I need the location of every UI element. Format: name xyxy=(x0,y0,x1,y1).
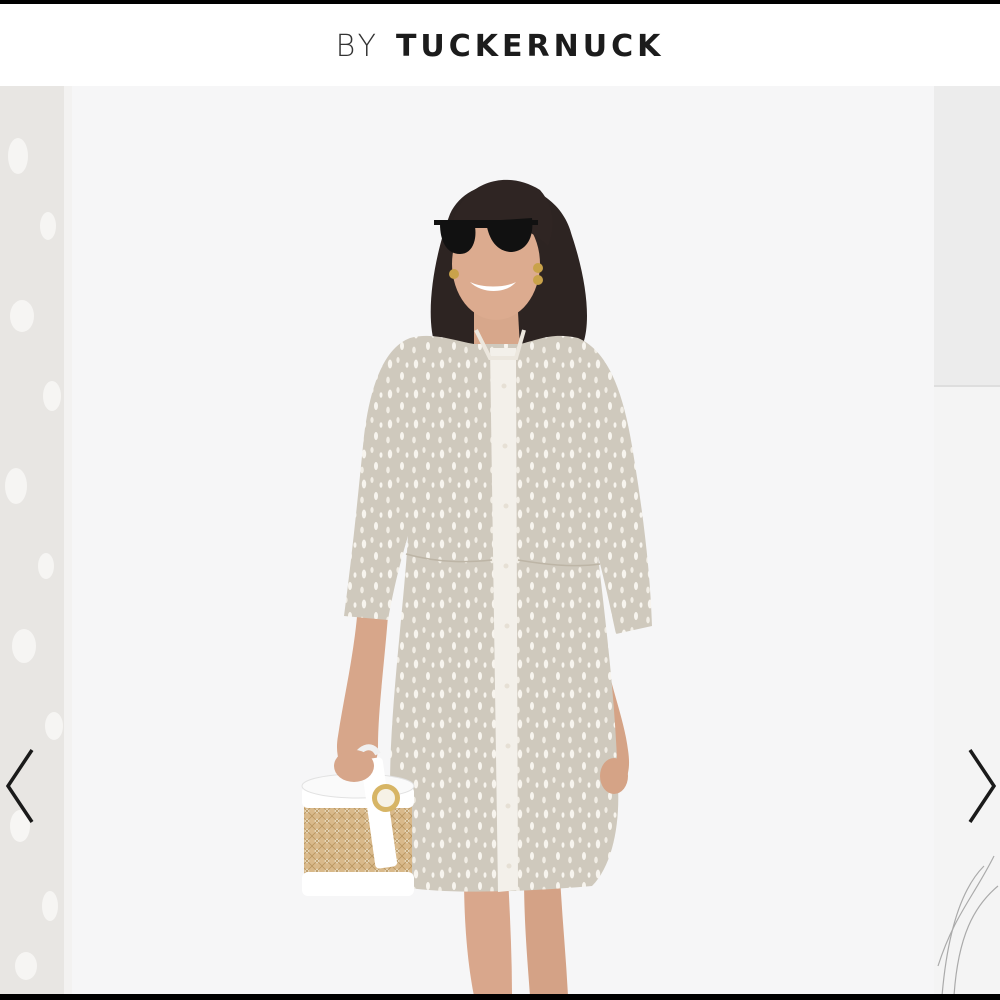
page-frame: BY TUCKERNUCK xyxy=(0,4,1000,994)
brand-prefix: BY xyxy=(335,28,380,64)
previous-image-button[interactable] xyxy=(0,746,40,826)
chevron-right-icon xyxy=(968,749,997,823)
chevron-left-icon xyxy=(5,749,34,823)
brand-logo[interactable]: BY TUCKERNUCK xyxy=(336,29,665,64)
product-image-carousel xyxy=(0,86,1000,994)
main-product-photo[interactable] xyxy=(72,86,934,994)
model-in-dress-image xyxy=(72,86,934,994)
previous-slide-image xyxy=(0,86,72,994)
brand-header: BY TUCKERNUCK xyxy=(0,4,1000,86)
previous-slide-peek[interactable] xyxy=(0,86,72,994)
next-image-button[interactable] xyxy=(962,746,1000,826)
next-slide-peek[interactable] xyxy=(934,86,1000,994)
next-slide-image xyxy=(934,86,1000,994)
brand-name: TUCKERNUCK xyxy=(395,28,665,64)
